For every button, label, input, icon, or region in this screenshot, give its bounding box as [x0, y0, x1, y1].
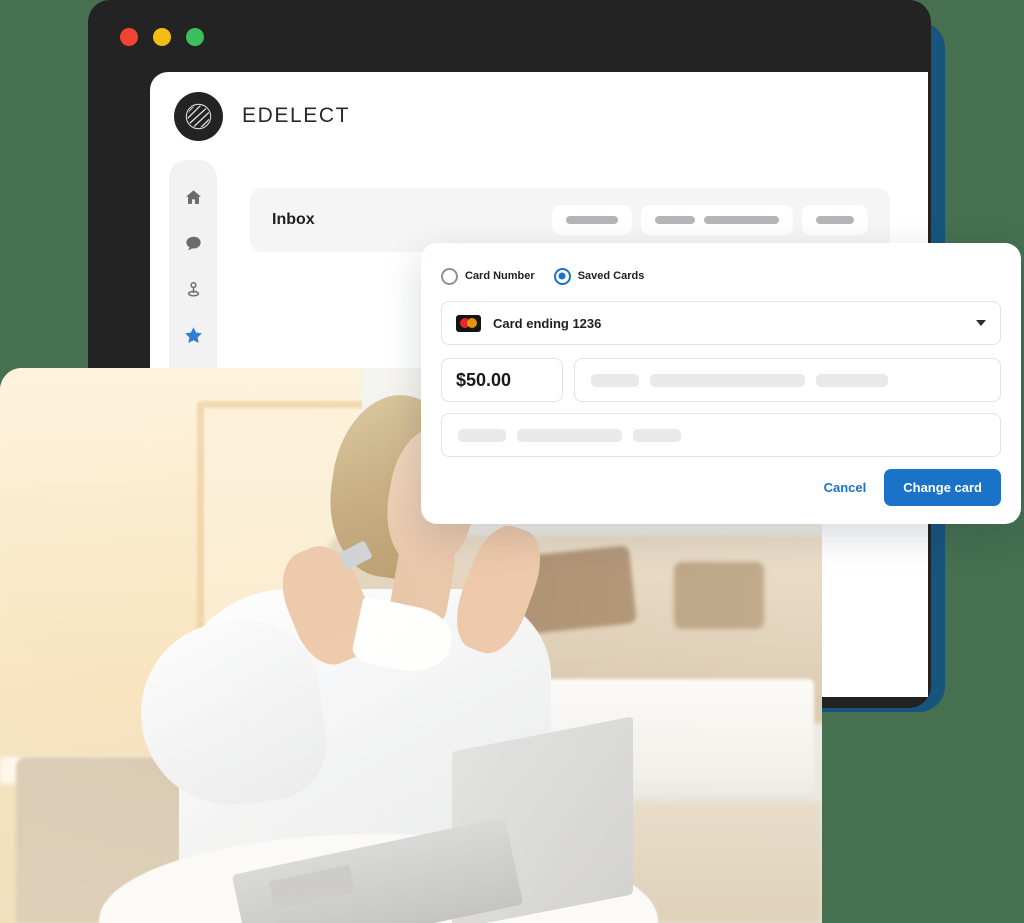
sidebar-item-favorites[interactable] — [178, 320, 208, 350]
brand-name: EDELECT — [242, 104, 351, 127]
payment-method-radio-group: Card Number Saved Cards — [441, 265, 1001, 287]
amount-and-details-row: $50.00 — [441, 358, 1001, 402]
skeleton-bar — [650, 373, 805, 387]
skeleton-bar — [458, 428, 506, 442]
radio-label: Saved Cards — [577, 270, 645, 282]
secondary-placeholder-field[interactable] — [441, 413, 1001, 457]
radio-indicator[interactable] — [441, 267, 458, 285]
app-header: EDELECT — [150, 72, 928, 160]
skeleton-bar — [566, 216, 618, 224]
saved-card-label: Card ending 1236 — [493, 315, 602, 331]
inbox-placeholder-group — [552, 205, 868, 235]
change-card-dialog: Card Number Saved Cards Card ending 1236… — [421, 243, 1021, 524]
saved-card-select[interactable]: Card ending 1236 — [441, 301, 1001, 345]
maximize-window-button[interactable] — [186, 28, 204, 46]
sidebar-item-messages[interactable] — [178, 228, 208, 258]
skeleton-bar — [517, 428, 622, 442]
screenshot-stage: EDELECT Inbox Card Number Saved Cards Ca… — [0, 0, 1024, 923]
skeleton-bar — [633, 428, 681, 442]
minimize-window-button[interactable] — [153, 28, 171, 46]
skeleton-bar — [704, 216, 779, 224]
radio-option-saved-cards[interactable]: Saved Cards — [553, 267, 645, 285]
amount-input[interactable]: $50.00 — [441, 358, 563, 402]
inbox-pill[interactable] — [802, 205, 868, 235]
inbox-pill[interactable] — [641, 205, 793, 235]
window-traffic-lights — [120, 28, 204, 46]
skeleton-bar — [655, 216, 695, 224]
dialog-actions: Cancel Change card — [824, 469, 1001, 506]
details-placeholder-field[interactable] — [574, 358, 1001, 402]
amount-value: $50.00 — [456, 369, 512, 390]
chevron-down-icon[interactable] — [976, 320, 986, 326]
mastercard-icon — [456, 314, 481, 332]
sidebar-item-home[interactable] — [178, 182, 208, 212]
change-card-button[interactable]: Change card — [884, 469, 1001, 506]
hatched-circle-logo-icon — [174, 91, 223, 141]
skeleton-bar — [816, 373, 888, 387]
inbox-title: Inbox — [272, 211, 315, 228]
cancel-button[interactable]: Cancel — [824, 480, 867, 495]
skeleton-bar — [816, 216, 854, 224]
sidebar-item-location[interactable] — [178, 274, 208, 304]
skeleton-bar — [591, 373, 639, 387]
inbox-pill[interactable] — [552, 205, 632, 235]
radio-label: Card Number — [465, 270, 535, 282]
radio-option-card-number[interactable]: Card Number — [441, 267, 535, 285]
radio-indicator-selected[interactable] — [553, 267, 571, 285]
close-window-button[interactable] — [120, 28, 138, 46]
